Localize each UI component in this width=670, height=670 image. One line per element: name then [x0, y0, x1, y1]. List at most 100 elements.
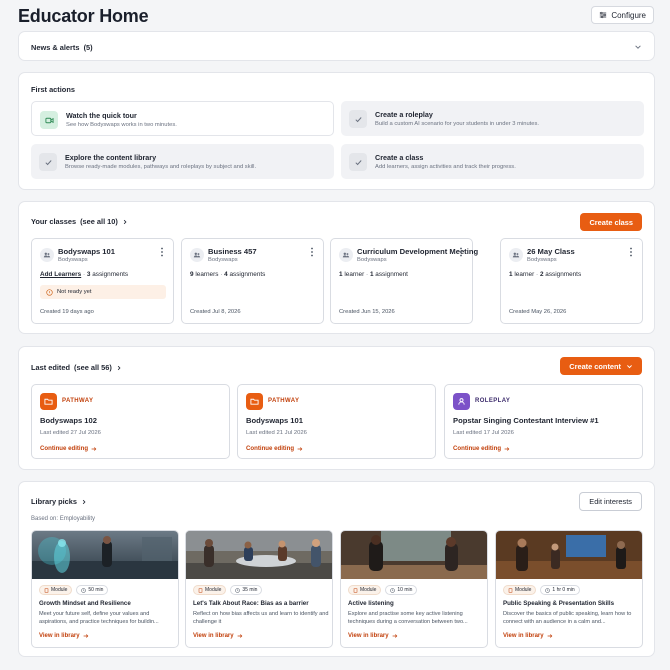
arrow-right-icon	[392, 634, 397, 638]
configure-label: Configure	[611, 10, 646, 20]
see-all-classes-link[interactable]: (see all 10)	[80, 217, 118, 226]
view-in-library-link[interactable]: View in library	[39, 633, 89, 639]
content-name: Bodyswaps 101	[246, 416, 303, 425]
clock-icon	[81, 587, 87, 593]
last-edited-title: Last edited	[31, 363, 71, 372]
configure-button[interactable]: Configure	[591, 6, 654, 24]
content-type: PATHWAY	[62, 398, 94, 404]
book-icon	[44, 588, 49, 592]
duration-badge: 10 min	[385, 585, 418, 595]
see-all-content-link[interactable]: (see all 56)	[74, 363, 112, 372]
news-alerts-panel[interactable]: News & alerts (5)	[18, 31, 655, 61]
class-avatar-icon	[339, 248, 353, 262]
module-badge: Module	[39, 585, 73, 595]
info-icon	[46, 288, 53, 296]
clock-icon	[235, 587, 241, 593]
continue-editing-link[interactable]: Continue editing	[40, 445, 97, 452]
your-classes-panel: Your classes (see all 10) Create class B…	[18, 201, 655, 334]
class-card[interactable]: Business 457 Bodyswaps 9 learners · 4 as…	[181, 238, 324, 324]
action-create-class[interactable]: Create a class Add learners, assign acti…	[341, 144, 644, 179]
class-avatar-icon	[190, 248, 204, 262]
module-thumbnail	[496, 531, 642, 579]
content-last-edited: Last edited 17 Jul 2026	[453, 430, 514, 436]
based-on-label: Based on: Employability	[31, 516, 96, 522]
class-card[interactable]: Curriculum Development Meeting Bodyswaps…	[330, 238, 478, 324]
class-name: 26 May Class	[527, 247, 575, 256]
kebab-menu-icon[interactable]	[309, 247, 315, 257]
your-classes-title: Your classes	[31, 217, 77, 226]
check-icon	[349, 110, 367, 128]
view-in-library-link[interactable]: View in library	[193, 633, 243, 639]
content-card[interactable]: PATHWAY Bodyswaps 101 Last edited 21 Jul…	[237, 384, 436, 459]
library-item-name: Public Speaking & Presentation Skills	[503, 600, 615, 607]
library-item-name: Growth Mindset and Resilience	[39, 600, 131, 607]
arrow-right-icon	[504, 446, 510, 451]
action-title: Create a roleplay	[375, 110, 433, 119]
class-stats: 9 learners · 4 assignments	[190, 271, 266, 278]
first-actions-title: First actions	[31, 85, 75, 94]
action-watch-quick-tour[interactable]: Watch the quick tour See how Bodyswaps w…	[31, 101, 334, 136]
class-org: Bodyswaps	[58, 257, 88, 263]
create-content-label: Create content	[569, 361, 621, 371]
module-thumbnail	[341, 531, 487, 579]
chevron-right-icon	[82, 499, 86, 504]
action-title: Explore the content library	[65, 153, 157, 162]
library-card[interactable]: Module 35 min Let's Talk About Race: Bia…	[185, 530, 333, 648]
content-card[interactable]: PATHWAY Bodyswaps 102 Last edited 27 Jul…	[31, 384, 230, 459]
add-learners-link[interactable]: Add Learners	[40, 271, 81, 278]
chevron-right-icon	[117, 365, 121, 370]
last-edited-header[interactable]: Last edited (see all 56)	[31, 363, 122, 372]
person-icon	[453, 393, 470, 410]
module-badge: Module	[193, 585, 227, 595]
module-thumbnail	[32, 531, 178, 579]
action-explore-library[interactable]: Explore the content library Browse ready…	[31, 144, 334, 179]
class-card[interactable]: 26 May Class Bodyswaps 1 learner · 2 ass…	[500, 238, 643, 324]
class-card[interactable]: Bodyswaps 101 Bodyswaps Add Learners · 3…	[31, 238, 174, 324]
library-picks-title: Library picks	[31, 497, 78, 506]
library-card[interactable]: Module 10 min Active listening Explore a…	[340, 530, 488, 648]
library-item-desc: Explore and practise some key active lis…	[348, 611, 468, 625]
duration-badge: 50 min	[76, 585, 109, 595]
view-in-library-link[interactable]: View in library	[348, 633, 398, 639]
view-in-library-link[interactable]: View in library	[503, 633, 553, 639]
chevron-right-icon	[123, 219, 127, 224]
chevron-down-icon[interactable]	[634, 43, 642, 51]
arrow-right-icon	[237, 634, 242, 638]
library-item-desc: Meet your future self, define your value…	[39, 611, 159, 625]
action-desc: See how Bodyswaps works in two minutes.	[66, 122, 177, 128]
action-desc: Build a custom AI scenario for your stud…	[375, 121, 540, 127]
create-class-button[interactable]: Create class	[580, 213, 642, 231]
library-card[interactable]: Module 50 min Growth Mindset and Resilie…	[31, 530, 179, 648]
edit-interests-button[interactable]: Edit interests	[579, 492, 642, 511]
not-ready-badge: Not ready yet	[40, 285, 166, 299]
duration-badge: 35 min	[230, 585, 263, 595]
content-type: ROLEPLAY	[475, 398, 511, 404]
class-stats: Add Learners · 3 assignments	[40, 271, 129, 278]
class-created: Created May 26, 2026	[509, 309, 567, 315]
library-item-name: Let's Talk About Race: Bias as a barrier	[193, 600, 309, 607]
kebab-menu-icon[interactable]	[159, 247, 165, 257]
create-content-button[interactable]: Create content	[560, 357, 642, 375]
class-org: Bodyswaps	[357, 257, 387, 263]
class-avatar-icon	[40, 248, 54, 262]
continue-editing-link[interactable]: Continue editing	[246, 445, 303, 452]
module-thumbnail	[186, 531, 332, 579]
kebab-menu-icon[interactable]	[458, 247, 464, 257]
action-create-roleplay[interactable]: Create a roleplay Build a custom AI scen…	[341, 101, 644, 136]
continue-editing-link[interactable]: Continue editing	[453, 445, 510, 452]
kebab-menu-icon[interactable]	[628, 247, 634, 257]
first-actions-panel: First actions Watch the quick tour See h…	[18, 72, 655, 190]
your-classes-header[interactable]: Your classes (see all 10)	[31, 217, 128, 226]
library-picks-header[interactable]: Library picks	[31, 497, 87, 506]
arrow-right-icon	[547, 634, 552, 638]
folder-icon	[40, 393, 57, 410]
clock-icon	[390, 587, 396, 593]
content-card[interactable]: ROLEPLAY Popstar Singing Contestant Inte…	[444, 384, 643, 459]
library-card[interactable]: Module 1 hr 0 min Public Speaking & Pres…	[495, 530, 643, 648]
class-org: Bodyswaps	[527, 257, 557, 263]
last-edited-panel: Last edited (see all 56) Create content …	[18, 346, 655, 470]
module-badge: Module	[348, 585, 382, 595]
book-icon	[508, 588, 513, 592]
action-desc: Browse ready-made modules, pathways and …	[65, 164, 257, 170]
video-icon	[40, 111, 58, 129]
